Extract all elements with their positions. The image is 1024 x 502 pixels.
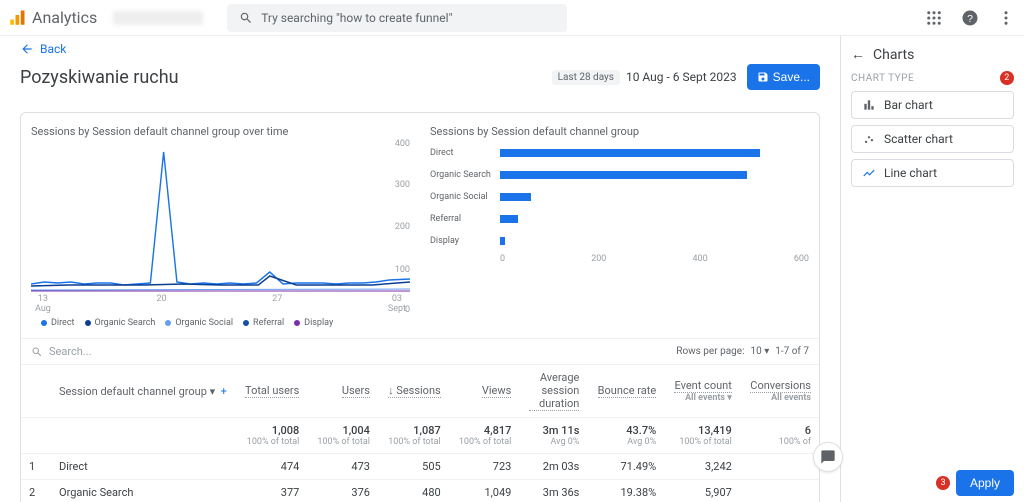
chart-type-bar[interactable]: Bar chart: [851, 91, 1014, 119]
app-logo: Analytics: [8, 8, 97, 27]
app-header: Analytics Try searching "how to create f…: [0, 0, 1024, 36]
report-card: Sessions by Session default channel grou…: [20, 112, 820, 502]
annotation-badge-2: 2: [1000, 71, 1014, 85]
line-chart-title: Sessions by Session default channel grou…: [31, 125, 410, 138]
search-placeholder: Try searching "how to create funnel": [261, 11, 452, 25]
rows-per-page-select[interactable]: 10 ▾: [750, 346, 769, 357]
back-button[interactable]: Back: [0, 36, 840, 62]
back-arrow-icon: [20, 42, 34, 56]
bar-row: Referral: [430, 208, 809, 230]
panel-back-button[interactable]: ←: [851, 46, 865, 63]
bar-chart-title: Sessions by Session default channel grou…: [430, 125, 809, 138]
account-selector[interactable]: [113, 11, 203, 25]
line-chart: 400 300 200 100 0: [31, 142, 410, 312]
bar-row: Organic Social: [430, 186, 809, 208]
more-icon[interactable]: [996, 8, 1016, 28]
save-icon: [757, 71, 769, 83]
panel-title: Charts: [873, 47, 914, 63]
annotation-badge-3: 3: [936, 476, 950, 490]
table-search[interactable]: Search...: [31, 345, 668, 358]
legend-item[interactable]: Organic Social: [165, 318, 233, 328]
legend-item[interactable]: Referral: [243, 318, 284, 328]
bar-row: Display: [430, 230, 809, 252]
help-icon[interactable]: ?: [960, 8, 980, 28]
bar-chart-icon: [862, 98, 876, 112]
app-name: Analytics: [32, 8, 97, 27]
summary-row: 1,008100% of total 1,004100% of total 1,…: [21, 418, 819, 454]
date-preset-pill[interactable]: Last 28 days: [552, 70, 620, 85]
search-icon: [239, 11, 253, 25]
feedback-button[interactable]: [813, 442, 843, 472]
chart-type-line[interactable]: Line chart: [851, 159, 1014, 187]
save-button[interactable]: Save...: [747, 64, 820, 90]
apply-button[interactable]: Apply: [956, 470, 1014, 496]
table-row[interactable]: 2Organic Search3773764801,0493m 36s19.38…: [21, 480, 819, 502]
bar-chart: DirectOrganic SearchOrganic SocialReferr…: [430, 142, 809, 252]
charts-side-panel: ← Charts CHART TYPE 2 Bar chart Scatter …: [840, 36, 1024, 502]
search-icon: [31, 346, 43, 358]
back-label: Back: [40, 42, 66, 56]
bar-row: Direct: [430, 142, 809, 164]
chart-type-scatter[interactable]: Scatter chart: [851, 125, 1014, 153]
analytics-logo-icon: [8, 9, 26, 27]
legend-item[interactable]: Display: [294, 318, 333, 328]
date-range[interactable]: 10 Aug - 6 Sept 2023: [626, 70, 737, 84]
main-content: Back Pozyskiwanie ruchu Last 28 days 10 …: [0, 36, 840, 502]
scatter-chart-icon: [862, 132, 876, 146]
data-table: Session default channel group ▾ + Total …: [21, 364, 819, 502]
table-row[interactable]: 1Direct4744735057232m 03s71.49%3,242: [21, 454, 819, 480]
pagination-info: 1-7 of 7: [775, 346, 809, 357]
dimension-picker[interactable]: Session default channel group ▾: [59, 385, 215, 398]
legend-item[interactable]: Organic Search: [85, 318, 156, 328]
add-dimension-button[interactable]: +: [221, 385, 227, 398]
apps-icon[interactable]: [924, 8, 944, 28]
chat-icon: [820, 449, 836, 465]
chart-legend: Direct Organic Search Organic Social Referr…: [31, 312, 410, 338]
page-title: Pozyskiwanie ruchu: [20, 67, 179, 88]
line-chart-icon: [862, 166, 876, 180]
legend-item[interactable]: Direct: [41, 318, 75, 328]
svg-text:?: ?: [967, 12, 973, 24]
global-search[interactable]: Try searching "how to create funnel": [227, 4, 567, 32]
bar-row: Organic Search: [430, 164, 809, 186]
